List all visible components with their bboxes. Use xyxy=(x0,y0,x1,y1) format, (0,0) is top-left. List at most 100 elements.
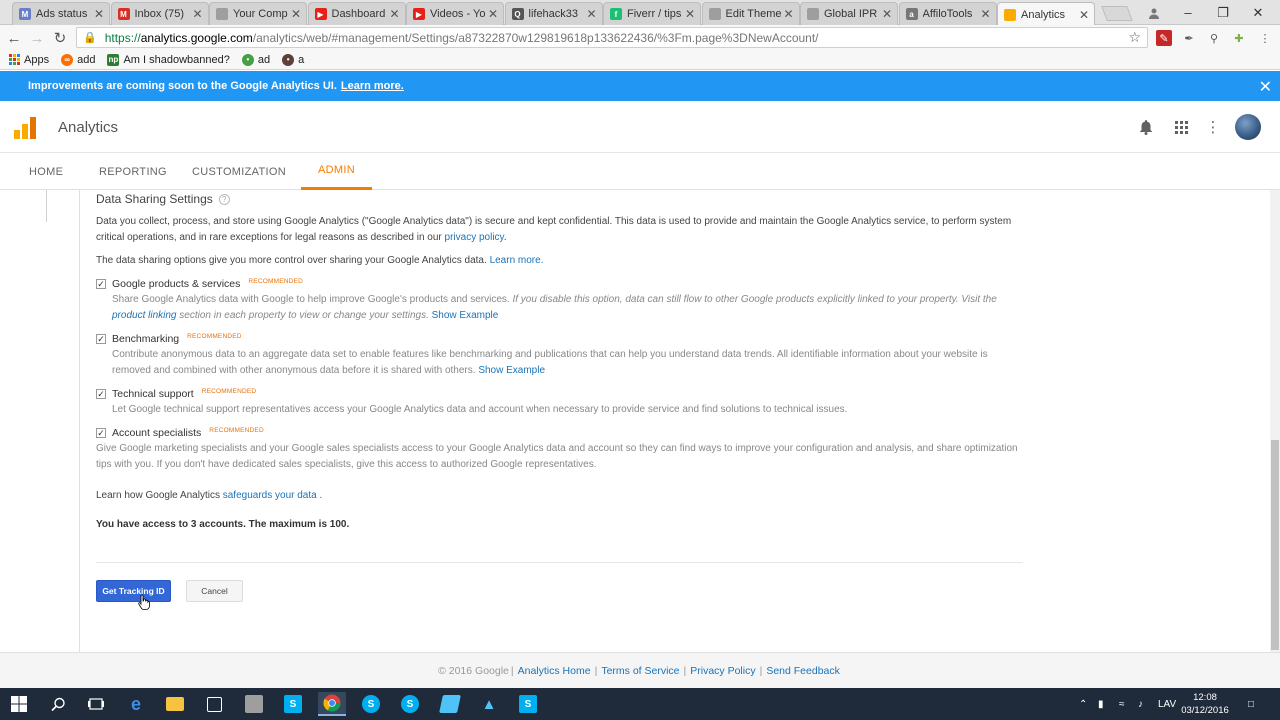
tab-close-icon[interactable]: ✕ xyxy=(487,7,499,21)
show-example-link[interactable]: Show Example xyxy=(432,310,499,321)
close-window-icon[interactable]: ✕ xyxy=(1240,0,1276,25)
safeguards-text: Learn how Google Analytics safeguards yo… xyxy=(96,490,323,501)
browser-tab-strip: M Ads status ✕ M Inbox (75) ✕ Your Comp ✕ ▶ Dashb… xyxy=(0,0,1280,26)
footer-link-privacy[interactable]: Privacy Policy xyxy=(690,665,755,677)
data-sharing-title: Data Sharing Settings ? xyxy=(96,192,230,206)
footer-link-terms[interactable]: Terms of Service xyxy=(601,665,679,677)
wifi-icon[interactable]: ≈ xyxy=(1119,688,1125,720)
store-icon[interactable] xyxy=(200,692,228,716)
tab-close-icon[interactable]: ✕ xyxy=(290,7,302,21)
tab-customization[interactable]: CUSTOMIZATION xyxy=(192,153,286,190)
profile-icon[interactable] xyxy=(1136,0,1172,25)
browser-tab[interactable]: a AffiloTools ✕ xyxy=(898,2,997,25)
banner-learn-more-link[interactable]: Learn more. xyxy=(341,80,404,92)
show-example-link[interactable]: Show Example xyxy=(478,365,545,376)
tab-close-icon[interactable]: ✕ xyxy=(1078,8,1090,22)
cancel-button[interactable]: Cancel xyxy=(186,580,243,602)
browser-tab[interactable]: ▶ Videos - Yo ✕ xyxy=(406,2,504,25)
tab-favicon-icon: M xyxy=(19,8,31,20)
tab-admin[interactable]: ADMIN xyxy=(301,153,372,190)
banner-close-icon[interactable]: ✕ xyxy=(1259,77,1272,97)
tab-close-icon[interactable]: ✕ xyxy=(93,7,105,21)
tab-reporting[interactable]: REPORTING xyxy=(99,153,167,190)
taskbar-clock[interactable]: 12:08 03/12/2016 xyxy=(1180,691,1230,717)
lock-icon: 🔒 xyxy=(83,32,97,44)
analytics-logo-icon[interactable] xyxy=(14,117,36,139)
apps-grid-icon[interactable] xyxy=(1171,117,1191,137)
skype-icon-2[interactable]: S xyxy=(357,692,385,716)
show-hidden-icons[interactable]: ⌃ xyxy=(1079,688,1087,720)
chrome-menu-icon[interactable]: ⋮ xyxy=(1257,30,1273,46)
skype-icon-3[interactable]: S xyxy=(396,692,424,716)
learn-more-link[interactable]: Learn more. xyxy=(490,255,544,266)
action-center-icon[interactable]: □ xyxy=(1248,688,1254,720)
browser-tab[interactable]: Edit Theme ✕ xyxy=(701,2,800,25)
new-tab-button[interactable] xyxy=(1101,6,1133,21)
task-view-icon[interactable] xyxy=(82,692,110,716)
browser-tab[interactable]: M Ads status ✕ xyxy=(12,2,110,25)
bookmark-ad[interactable]: • ad xyxy=(241,53,270,66)
safeguards-link[interactable]: safeguards your data xyxy=(223,490,317,501)
help-question-icon[interactable]: ? xyxy=(218,193,230,205)
edge-browser-icon[interactable]: e xyxy=(122,692,150,716)
language-indicator[interactable]: LAV xyxy=(1158,688,1176,720)
search-icon[interactable] xyxy=(44,692,72,716)
browser-tab[interactable]: ▶ Dashboard ✕ xyxy=(307,2,406,25)
browser-tab[interactable]: f Fiverr / tips ✕ xyxy=(603,2,701,25)
tab-close-icon[interactable]: ✕ xyxy=(389,7,401,21)
volume-icon[interactable]: ♪ xyxy=(1138,688,1143,720)
file-explorer-icon[interactable] xyxy=(161,692,189,716)
admin-content: Data Sharing Settings ? Data you collect… xyxy=(0,190,1280,652)
bookmark-star-icon[interactable]: ☆ xyxy=(1128,29,1141,46)
bookmark-shadowbanned[interactable]: np Am I shadowbanned? xyxy=(107,53,230,66)
avatar[interactable] xyxy=(1235,114,1261,140)
get-tracking-id-button[interactable]: Get Tracking ID xyxy=(96,580,171,602)
reload-icon[interactable]: ↻ xyxy=(50,28,70,48)
extension-plus-icon[interactable]: ✚ xyxy=(1231,30,1247,46)
chrome-icon[interactable] xyxy=(318,692,346,716)
windows-start-icon[interactable] xyxy=(5,692,33,716)
browser-tab[interactable]: Global IPR ✕ xyxy=(800,2,898,25)
browser-tab[interactable]: M Inbox (75) ✕ xyxy=(110,2,209,25)
forward-arrow-icon[interactable]: → xyxy=(27,28,47,48)
tab-close-icon[interactable]: ✕ xyxy=(684,7,696,21)
google-products-checkbox[interactable]: ✓ xyxy=(96,279,106,289)
privacy-policy-link[interactable]: privacy policy xyxy=(445,232,504,243)
search-icon[interactable]: ⚲ xyxy=(1206,30,1222,46)
browser-tab[interactable]: Analytics ✕ xyxy=(997,2,1095,26)
extension-brush-icon[interactable]: ✒ xyxy=(1181,30,1197,46)
battery-icon[interactable]: ▮ xyxy=(1098,688,1104,720)
tab-close-icon[interactable]: ✕ xyxy=(881,7,893,21)
more-options-icon[interactable]: ⋮ xyxy=(1203,117,1223,137)
restore-icon[interactable]: ❐ xyxy=(1205,0,1241,25)
notifications-bell-icon[interactable] xyxy=(1136,117,1156,137)
tab-close-icon[interactable]: ✕ xyxy=(783,7,795,21)
tab-title: Inbox (75) xyxy=(134,8,185,20)
minimize-icon[interactable]: – xyxy=(1170,0,1206,25)
account-specialists-checkbox[interactable]: ✓ xyxy=(96,428,106,438)
bookmark-add[interactable]: ∞ add xyxy=(61,53,95,66)
benchmarking-checkbox[interactable]: ✓ xyxy=(96,334,106,344)
bookmark-apps[interactable]: Apps xyxy=(8,54,49,66)
network-app-icon[interactable]: ▲ xyxy=(475,692,503,716)
skype-icon-4[interactable]: S xyxy=(514,692,542,716)
app-icon-2[interactable] xyxy=(436,692,464,716)
browser-tab[interactable]: Qlifehack33 ✕ xyxy=(504,2,603,25)
bookmark-a[interactable]: • a xyxy=(282,53,304,66)
tab-close-icon[interactable]: ✕ xyxy=(192,7,204,21)
footer-link-feedback[interactable]: Send Feedback xyxy=(766,665,840,677)
option-description: Give Google marketing specialists and yo… xyxy=(96,443,1018,470)
app-icon[interactable] xyxy=(240,692,268,716)
product-linking-link[interactable]: product linking xyxy=(112,310,176,321)
extension-red-icon[interactable]: ✎ xyxy=(1156,30,1172,46)
scrollbar-thumb[interactable] xyxy=(1271,440,1279,650)
address-bar[interactable]: 🔒 https://analytics.google.com/analytics… xyxy=(76,27,1148,48)
skype-icon[interactable]: S xyxy=(279,692,307,716)
tab-home[interactable]: HOME xyxy=(29,153,63,190)
technical-support-checkbox[interactable]: ✓ xyxy=(96,389,106,399)
tab-close-icon[interactable]: ✕ xyxy=(586,7,598,21)
back-arrow-icon[interactable]: ← xyxy=(4,28,24,48)
browser-tab[interactable]: Your Comp ✕ xyxy=(209,2,307,25)
tab-close-icon[interactable]: ✕ xyxy=(980,7,992,21)
footer-link-analytics-home[interactable]: Analytics Home xyxy=(518,665,591,677)
